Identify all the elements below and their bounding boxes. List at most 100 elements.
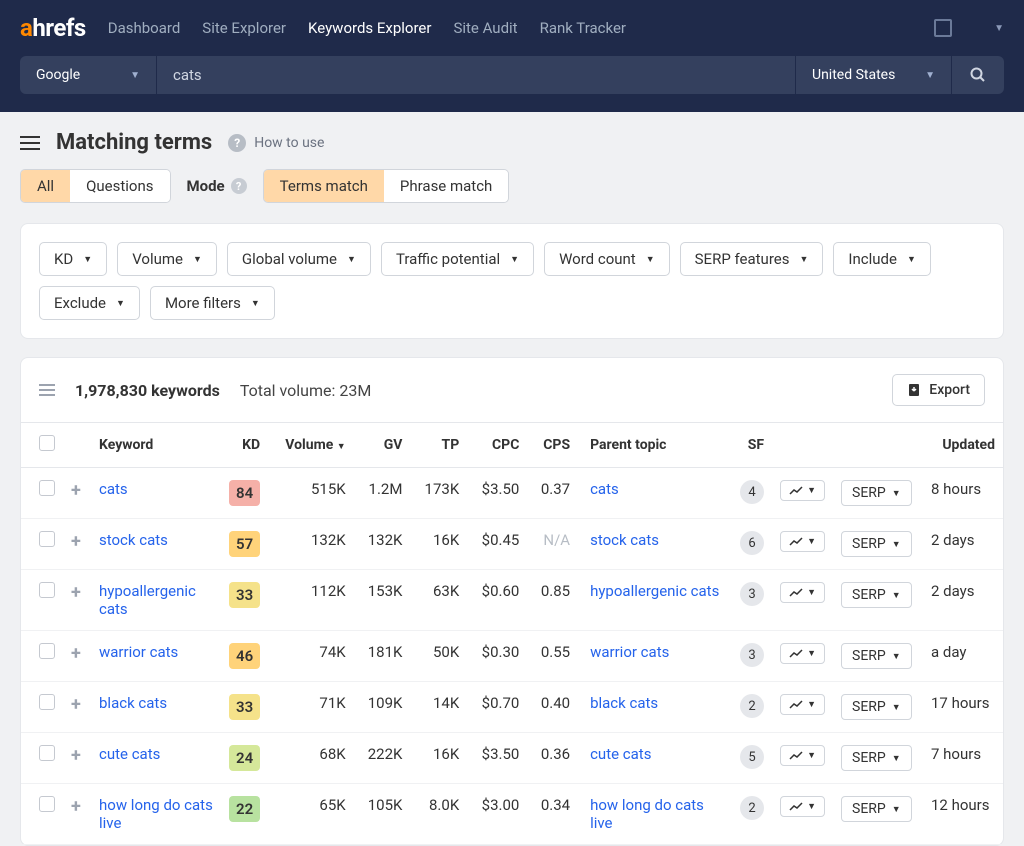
trend-chart-button[interactable]: ▼ [780,643,825,664]
monitor-icon[interactable] [934,19,952,37]
mode-terms-match[interactable]: Terms match [264,170,384,202]
trend-chart-button[interactable]: ▼ [780,480,825,501]
filter-button[interactable]: KD▼ [39,242,107,276]
col-cpc[interactable]: CPC [467,423,527,468]
col-tp[interactable]: TP [410,423,467,468]
nav-item[interactable]: Site Audit [453,19,517,37]
tp-value: 8.0K [410,784,467,845]
list-menu[interactable] [39,384,55,396]
expand-button[interactable]: + [71,694,81,715]
parent-topic-link[interactable]: hypoallergenic cats [590,582,719,600]
keyword-link[interactable]: hypoallergenic cats [99,582,196,618]
parent-topic-link[interactable]: how long do cats live [590,796,704,832]
expand-button[interactable]: + [71,796,81,817]
expand-button[interactable]: + [71,480,81,501]
search-input[interactable] [157,56,795,94]
nav-item[interactable]: Rank Tracker [540,19,626,37]
expand-button[interactable]: + [71,531,81,552]
how-to-use[interactable]: ?How to use [228,134,324,152]
filter-button[interactable]: Include▼ [833,242,930,276]
parent-topic-link[interactable]: stock cats [590,531,659,549]
col-volume[interactable]: Volume ▼ [268,423,354,468]
row-checkbox[interactable] [39,694,55,710]
row-checkbox[interactable] [39,745,55,761]
expand-button[interactable]: + [71,745,81,766]
trend-chart-button[interactable]: ▼ [780,694,825,715]
parent-topic-link[interactable]: cute cats [590,745,651,763]
sidebar-toggle[interactable] [20,136,40,150]
sf-badge[interactable]: 6 [740,531,764,555]
sf-badge[interactable]: 4 [740,480,764,504]
row-checkbox[interactable] [39,582,55,598]
kd-badge: 33 [229,694,260,720]
col-sf[interactable]: SF [728,423,772,468]
select-all-checkbox[interactable] [39,435,55,451]
mode-phrase-match[interactable]: Phrase match [384,170,508,202]
col-parent[interactable]: Parent topic [578,423,728,468]
filter-button[interactable]: Word count▼ [544,242,670,276]
export-button[interactable]: Export [892,374,985,406]
serp-button[interactable]: SERP▼ [841,480,912,506]
nav-item[interactable]: Dashboard [108,19,181,37]
filter-button[interactable]: SERP features▼ [680,242,824,276]
keyword-link[interactable]: how long do cats live [99,796,213,832]
kd-badge: 33 [229,582,260,608]
col-keyword[interactable]: Keyword [91,423,221,468]
chevron-down-icon: ▼ [116,298,125,309]
keyword-link[interactable]: warrior cats [99,643,178,661]
cpc-value: $3.50 [467,468,527,519]
gv-value: 222K [354,733,411,784]
filter-button[interactable]: Exclude▼ [39,286,140,320]
keyword-link[interactable]: stock cats [99,531,168,549]
serp-button[interactable]: SERP▼ [841,694,912,720]
col-updated[interactable]: Updated [923,423,1003,468]
col-cps[interactable]: CPS [527,423,578,468]
trend-chart-button[interactable]: ▼ [780,531,825,552]
updated-value: 2 days [923,519,1003,570]
filter-button[interactable]: More filters▼ [150,286,275,320]
sf-badge[interactable]: 2 [740,796,764,820]
expand-button[interactable]: + [71,582,81,603]
sf-badge[interactable]: 5 [740,745,764,769]
row-checkbox[interactable] [39,643,55,659]
col-kd[interactable]: KD [221,423,268,468]
sf-badge[interactable]: 3 [740,643,764,667]
filter-button[interactable]: Volume▼ [117,242,217,276]
nav-item[interactable]: Site Explorer [202,19,286,37]
trend-chart-button[interactable]: ▼ [780,582,825,603]
nav-item[interactable]: Keywords Explorer [308,19,431,37]
serp-button[interactable]: SERP▼ [841,531,912,557]
row-checkbox[interactable] [39,796,55,812]
trend-chart-button[interactable]: ▼ [780,796,825,817]
row-checkbox[interactable] [39,480,55,496]
parent-topic-link[interactable]: cats [590,480,619,498]
col-gv[interactable]: GV [354,423,411,468]
serp-button[interactable]: SERP▼ [841,643,912,669]
expand-button[interactable]: + [71,643,81,664]
view-all[interactable]: All [21,170,70,202]
chevron-down-icon: ▼ [193,254,202,265]
logo[interactable]: ahrefs [20,14,86,42]
keyword-link[interactable]: cats [99,480,128,498]
search-button[interactable] [952,56,1004,94]
keyword-link[interactable]: cute cats [99,745,160,763]
country-select[interactable]: United States▼ [796,56,951,94]
filter-button[interactable]: Traffic potential▼ [381,242,534,276]
filter-button[interactable]: Global volume▼ [227,242,371,276]
trend-icon [789,537,803,547]
serp-button[interactable]: SERP▼ [841,796,912,822]
trend-chart-button[interactable]: ▼ [780,745,825,766]
more-menu[interactable]: ▼ [994,23,1004,34]
gv-value: 153K [354,570,411,631]
view-questions[interactable]: Questions [70,170,169,202]
search-engine-select[interactable]: Google▼ [20,56,156,94]
parent-topic-link[interactable]: black cats [590,694,658,712]
sf-badge[interactable]: 3 [740,582,764,606]
serp-button[interactable]: SERP▼ [841,745,912,771]
trend-icon [789,649,803,659]
row-checkbox[interactable] [39,531,55,547]
serp-button[interactable]: SERP▼ [841,582,912,608]
sf-badge[interactable]: 2 [740,694,764,718]
keyword-link[interactable]: black cats [99,694,167,712]
parent-topic-link[interactable]: warrior cats [590,643,669,661]
